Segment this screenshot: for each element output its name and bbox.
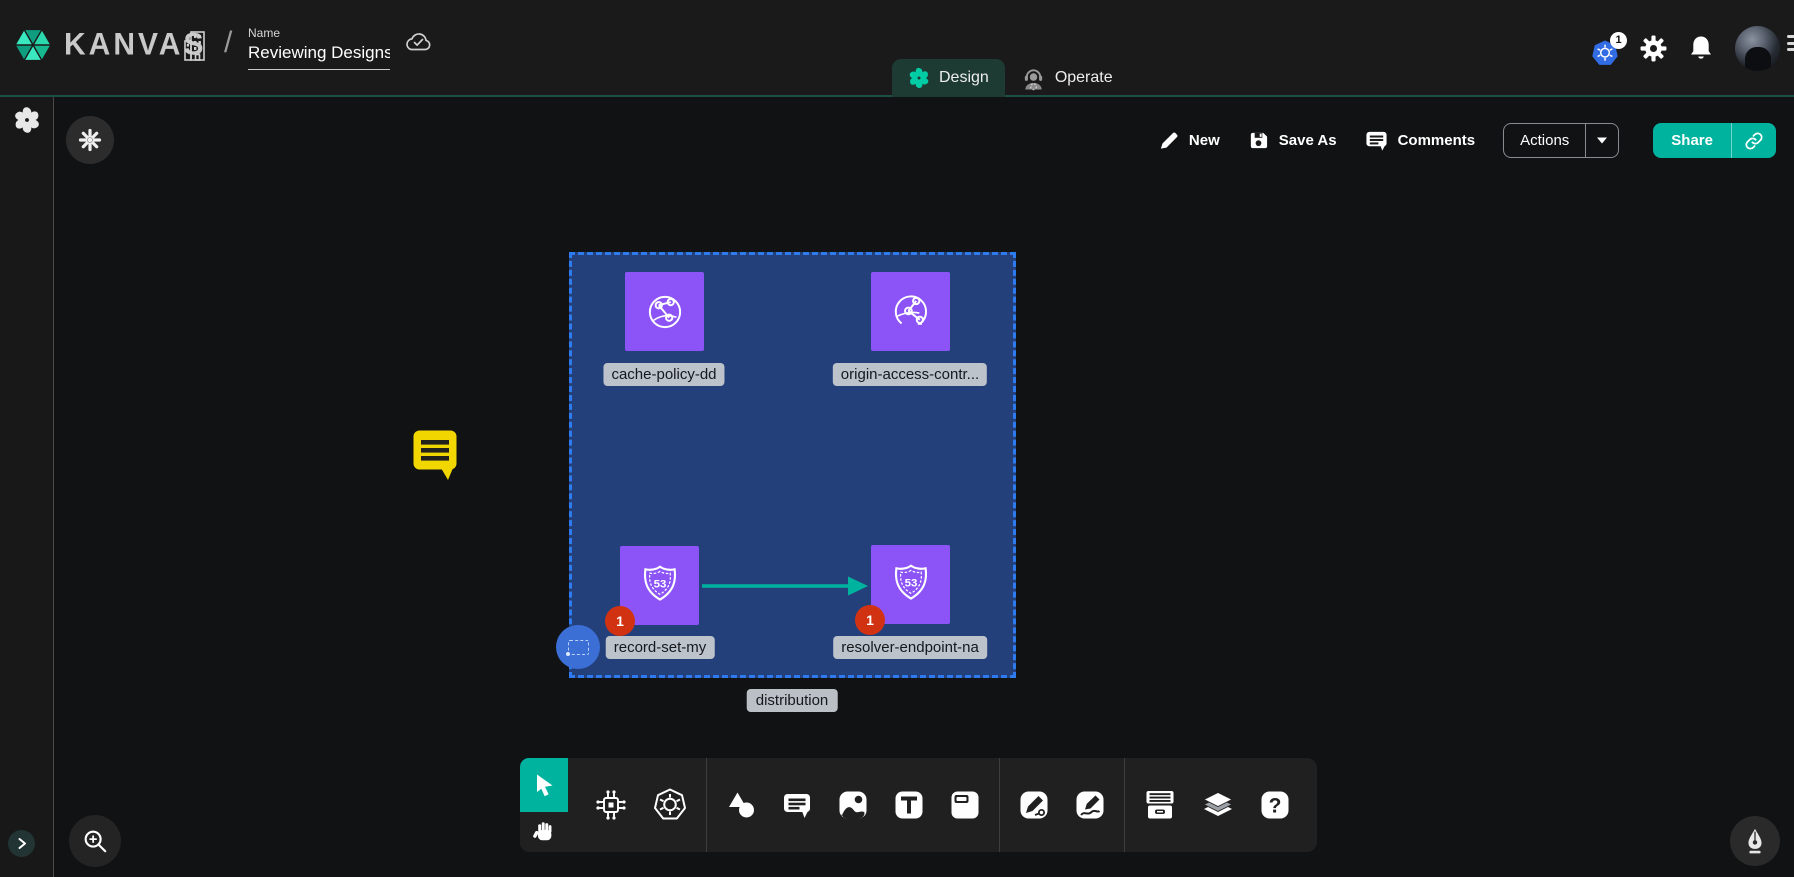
pen-nib-icon: [1741, 827, 1769, 855]
svg-text:53: 53: [653, 578, 666, 590]
header: KANVAS / Name: [0, 0, 1794, 97]
user-avatar[interactable]: [1735, 26, 1780, 71]
save-as-label: Save As: [1279, 132, 1337, 149]
group-selection-handle[interactable]: [556, 625, 600, 669]
text-tool[interactable]: [881, 789, 937, 821]
floppy-save-icon: [1248, 130, 1269, 151]
bottom-toolbar: ?: [520, 758, 1317, 852]
cursor-arrow-icon: [531, 772, 557, 798]
kubernetes-badge: 1: [1610, 32, 1627, 49]
actions-button[interactable]: Actions: [1504, 124, 1585, 157]
drawer-tool[interactable]: [1131, 788, 1189, 822]
actions-dropdown-button[interactable]: [1585, 124, 1618, 157]
header-right-actions: 1: [1592, 0, 1780, 97]
save-as-button[interactable]: Save As: [1248, 130, 1337, 151]
sketch-tool[interactable]: [1062, 789, 1118, 821]
left-sidebar: [0, 97, 54, 877]
pen-path-tool[interactable]: [1006, 789, 1062, 821]
whiteboarding-pen-button[interactable]: [1730, 816, 1780, 866]
comments-button[interactable]: Comments: [1365, 129, 1476, 152]
kubernetes-context-button[interactable]: 1: [1592, 40, 1618, 66]
toolbar-main-row: ?: [568, 758, 1317, 852]
toolbar-divider: [999, 758, 1000, 852]
design-toolbar: New Save As: [1158, 123, 1776, 158]
kubernetes-tool[interactable]: [640, 787, 700, 823]
design-name-input[interactable]: [248, 43, 390, 70]
toolbar-divider: [1124, 758, 1125, 852]
settings-gear-icon[interactable]: [1640, 35, 1667, 62]
canvas-comment-marker[interactable]: [412, 429, 458, 481]
group-icon: [568, 640, 589, 655]
kanvas-app: KANVAS / Name: [0, 0, 1794, 877]
edge-record-set-to-resolver[interactable]: [700, 572, 872, 600]
sidebar-expand-button[interactable]: [8, 830, 35, 857]
kanvas-logo[interactable]: KANVAS: [12, 22, 206, 68]
node-origin-access-control[interactable]: [871, 272, 950, 351]
panel-tool[interactable]: [937, 789, 993, 821]
new-label: New: [1189, 132, 1220, 149]
record-set-count-badge: 1: [605, 606, 635, 636]
group-label-distribution[interactable]: distribution: [747, 689, 838, 712]
organization-icon[interactable]: [182, 28, 210, 64]
component-tool[interactable]: [582, 788, 640, 822]
image-tool[interactable]: [825, 789, 881, 821]
comment-bubble-icon: [1365, 129, 1388, 152]
actions-split-button: Actions: [1503, 123, 1619, 158]
cloudfront-globe-icon: [887, 288, 935, 336]
node-label-origin-access-control[interactable]: origin-access-contr...: [833, 363, 987, 386]
design-name-label: Name: [248, 26, 390, 40]
zoom-in-button[interactable]: [69, 815, 121, 867]
node-label-record-set[interactable]: record-set-my: [606, 636, 715, 659]
notifications-bell-icon[interactable]: [1689, 35, 1713, 62]
cloud-sync-icon: [403, 30, 433, 54]
operator-headset-icon: [1021, 66, 1046, 91]
design-canvas[interactable]: New Save As: [54, 97, 1794, 877]
share-split-button: Share: [1653, 123, 1776, 158]
tab-design[interactable]: Design: [892, 59, 1005, 97]
pan-tool[interactable]: [520, 812, 568, 852]
node-label-cache-policy[interactable]: cache-policy-dd: [603, 363, 724, 386]
asterisk-flower-icon: [77, 127, 103, 153]
pointer-tools: [520, 758, 568, 852]
help-tool[interactable]: ?: [1247, 789, 1303, 821]
svg-text:53: 53: [904, 577, 917, 589]
breadcrumb-separator: /: [224, 26, 232, 60]
share-button[interactable]: Share: [1653, 123, 1731, 158]
new-button[interactable]: New: [1158, 130, 1220, 151]
layers-tool[interactable]: [1189, 788, 1247, 822]
route53-shield-icon: 53: [636, 562, 684, 610]
pencil-icon: [1158, 130, 1179, 151]
shapes-tool[interactable]: [713, 789, 769, 821]
comment-tool[interactable]: [769, 789, 825, 821]
selected-group-distribution[interactable]: 53 53 cache-policy-dd: [569, 252, 1016, 678]
tab-operate[interactable]: Operate: [1005, 59, 1129, 97]
select-tool[interactable]: [520, 758, 568, 812]
tab-operate-label: Operate: [1055, 69, 1113, 87]
comments-label: Comments: [1398, 132, 1476, 149]
meshery-swirl-icon[interactable]: [13, 106, 41, 134]
copy-link-button[interactable]: [1731, 123, 1776, 158]
kanvas-logo-icon: [12, 22, 54, 68]
hand-icon: [531, 819, 557, 845]
canvas-options-button[interactable]: [66, 116, 114, 164]
design-name-block: Name: [248, 26, 390, 70]
resolver-endpoint-count-badge: 1: [855, 605, 885, 635]
magnifier-plus-icon: [81, 827, 109, 855]
node-cache-policy[interactable]: [625, 272, 704, 351]
mode-tabs: Design Operate: [892, 59, 1129, 97]
route53-shield-icon: 53: [887, 561, 935, 609]
tab-design-label: Design: [939, 69, 989, 87]
node-label-resolver-endpoint[interactable]: resolver-endpoint-na: [833, 636, 987, 659]
toolbar-divider: [706, 758, 707, 852]
overflow-menu-icon[interactable]: [1787, 35, 1794, 59]
design-swirl-icon: [908, 67, 930, 89]
cloudfront-globe-icon: [641, 288, 689, 336]
svg-text:?: ?: [1269, 795, 1282, 818]
